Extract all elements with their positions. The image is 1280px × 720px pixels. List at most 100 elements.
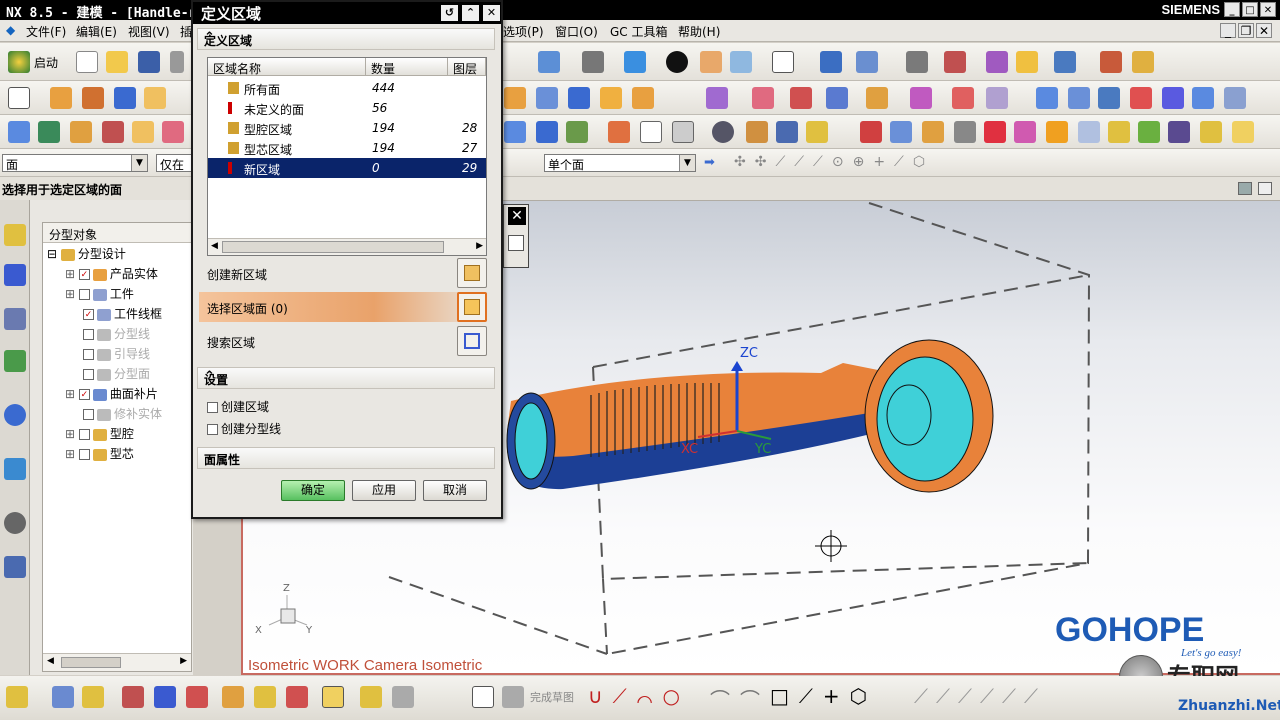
groove-icon[interactable] <box>632 87 654 109</box>
expand-icon[interactable]: ⊞ <box>65 267 79 281</box>
region-row[interactable]: 未定义的面 56 <box>208 98 486 118</box>
start-icon[interactable] <box>8 51 30 73</box>
create-region-checkbox[interactable] <box>207 402 218 413</box>
hole-icon[interactable] <box>504 87 526 109</box>
visibility-checkbox[interactable]: ✓ <box>83 309 94 320</box>
ok-button[interactable]: 确定 <box>281 480 345 501</box>
select-face-icon[interactable] <box>457 292 487 322</box>
undercut-icon[interactable] <box>1138 121 1160 143</box>
orient-view-icon[interactable] <box>666 51 688 73</box>
scroll-right-icon[interactable]: ▶ <box>180 656 187 666</box>
sketch-plane-icon[interactable] <box>472 686 494 708</box>
clearance-icon[interactable] <box>322 686 344 708</box>
view-manager-icon[interactable] <box>1014 121 1036 143</box>
chevron-down-icon[interactable]: ▼ <box>679 155 695 171</box>
replace-face-icon[interactable] <box>952 87 974 109</box>
init-project-icon[interactable] <box>38 121 60 143</box>
background-icon[interactable] <box>772 51 794 73</box>
info-icon[interactable] <box>508 235 524 251</box>
bridge-icon[interactable] <box>1130 87 1152 109</box>
menu-edit[interactable]: 编辑(E) <box>76 23 117 40</box>
cooling-icon[interactable] <box>776 121 798 143</box>
snap-view-icon[interactable] <box>820 51 842 73</box>
chevron-down-icon[interactable]: ▼ <box>131 155 147 171</box>
analysis-icon[interactable] <box>1016 51 1038 73</box>
surface-icon[interactable] <box>1036 87 1058 109</box>
face-rule-select[interactable]: 单个面 ▼ <box>544 154 696 172</box>
create-region-icon[interactable] <box>457 258 487 288</box>
close-icon[interactable]: ✕ <box>483 5 500 21</box>
menu-view[interactable]: 视图(V) <box>128 23 170 40</box>
tree-item[interactable]: ⊞ 型腔 <box>65 425 134 445</box>
menu-help[interactable]: 帮助(H) <box>678 23 720 40</box>
expand-icon[interactable]: ⊞ <box>65 287 79 301</box>
navigator-hscroll[interactable]: ◀ ▶ <box>43 653 191 671</box>
mold-csys-icon[interactable] <box>70 121 92 143</box>
visibility-checkbox[interactable]: ✓ <box>78 389 90 400</box>
sketch-shape-icons[interactable]: □⟋+⬡ <box>770 684 877 708</box>
boss-icon[interactable] <box>536 87 558 109</box>
doc-close-icon[interactable]: ✕ <box>1256 23 1272 38</box>
delete-files-icon[interactable] <box>1046 121 1068 143</box>
bom-icon[interactable] <box>922 121 944 143</box>
offset-face-icon[interactable] <box>910 87 932 109</box>
create-parting-checkbox[interactable] <box>207 424 218 435</box>
part-nav-icon[interactable] <box>4 308 26 330</box>
runner-icon[interactable] <box>746 121 768 143</box>
move-object-icon[interactable] <box>944 51 966 73</box>
sequence-icon[interactable] <box>286 686 308 708</box>
drawing-icon[interactable] <box>954 121 976 143</box>
delete-face-icon[interactable] <box>986 87 1008 109</box>
scope-filter[interactable]: 仅在工 <box>156 154 196 189</box>
create-region-option[interactable]: 创建区域 <box>207 398 269 415</box>
search-region-row[interactable]: 搜索区域 <box>199 326 491 356</box>
revolve-icon[interactable] <box>82 87 104 109</box>
mold-base-icon[interactable] <box>536 121 558 143</box>
move-component-icon[interactable] <box>122 686 144 708</box>
constraint-nav-icon[interactable] <box>4 264 26 286</box>
menu-options[interactable]: 选项(P) <box>503 23 544 40</box>
split-body-icon[interactable] <box>866 87 888 109</box>
tree-item[interactable]: ⊞ ✓ 曲面补片 <box>65 385 158 405</box>
wcs-icon[interactable] <box>856 51 878 73</box>
section-view-icon[interactable] <box>730 51 752 73</box>
region-row[interactable]: 型腔区域 194 28 <box>208 118 486 138</box>
sketch-curve-icons[interactable]: ∪⟋⌒○ <box>588 684 690 708</box>
cylinder-icon[interactable] <box>144 87 166 109</box>
doc-restore-icon[interactable]: ❐ <box>1238 23 1254 38</box>
visibility-checkbox[interactable]: ✓ <box>78 269 90 280</box>
visibility-checkbox[interactable] <box>83 329 94 340</box>
electrode-icon[interactable] <box>806 121 828 143</box>
slider-icon[interactable] <box>640 121 662 143</box>
column-header-name[interactable]: 区域名称 <box>208 58 366 76</box>
finish-sketch-icon[interactable] <box>502 686 524 708</box>
family-mold-icon[interactable] <box>1200 121 1222 143</box>
arrow-right-icon[interactable]: ➡ <box>704 155 715 170</box>
pocket-mold-icon[interactable] <box>890 121 912 143</box>
attribute-icon[interactable] <box>986 51 1008 73</box>
n-sided-icon[interactable] <box>1162 87 1184 109</box>
apply-button[interactable]: 应用 <box>352 480 416 501</box>
type-filter[interactable]: 面 ▼ <box>2 154 148 172</box>
create-region-row[interactable]: 创建新区域 <box>199 258 491 288</box>
tree-item[interactable]: ⊞ 型芯 <box>65 445 134 465</box>
cancel-button[interactable]: 取消 <box>423 480 487 501</box>
measure-angle-icon[interactable] <box>1132 51 1154 73</box>
fit-icon[interactable] <box>538 51 560 73</box>
doc-minimize-icon[interactable]: _ <box>1220 23 1236 38</box>
tree-item[interactable]: ✓ 工件线框 <box>83 305 162 325</box>
weld-icon[interactable] <box>392 686 414 708</box>
region-row[interactable]: 新区域 0 29 <box>208 158 486 178</box>
region-row[interactable]: 型芯区域 194 27 <box>208 138 486 158</box>
maximize-panel-icon[interactable] <box>1258 182 1272 195</box>
product-icon[interactable] <box>1232 121 1254 143</box>
measure-distance-icon[interactable] <box>1100 51 1122 73</box>
column-header-count[interactable]: 数量 <box>366 58 448 76</box>
sketch-constraint-icons[interactable]: ⟋⟋⟋⟋⟋⟋ <box>914 684 1046 708</box>
scroll-left-icon[interactable]: ◀ <box>47 656 54 666</box>
intersect-icon[interactable] <box>790 87 812 109</box>
mesh-surface-icon[interactable] <box>1068 87 1090 109</box>
rotate-icon[interactable] <box>582 51 604 73</box>
expand-icon[interactable]: ⊞ <box>65 427 79 441</box>
mold-tools-icon[interactable] <box>1078 121 1100 143</box>
